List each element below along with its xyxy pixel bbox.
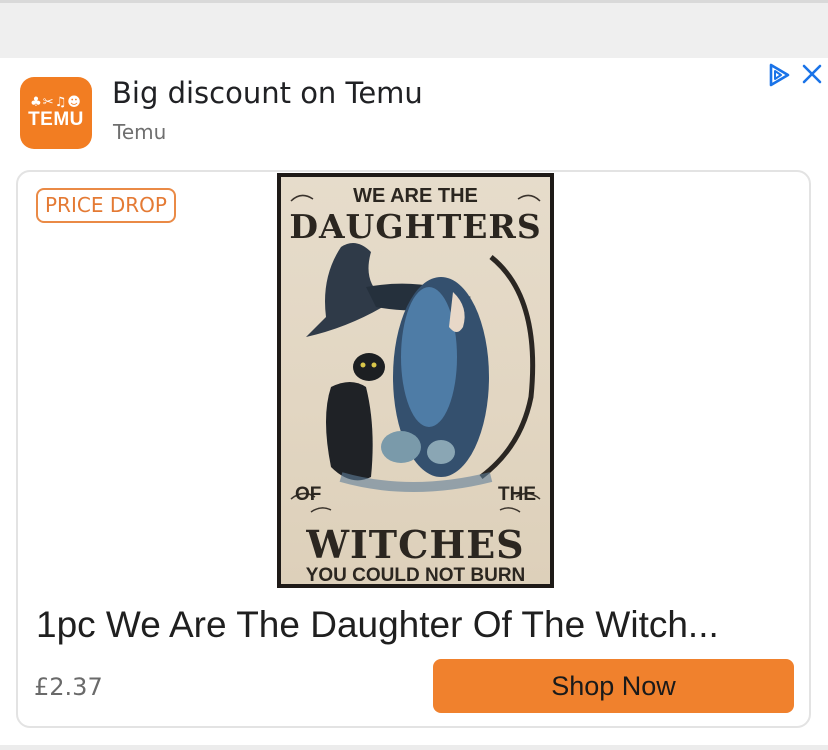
temu-app-icon[interactable]: ♣✂♫☻ TEMU (20, 77, 92, 149)
product-card[interactable]: PRICE DROP WE ARE THE DAUGHTERS OF THE W… (16, 170, 811, 728)
product-title[interactable]: 1pc We Are The Daughter Of The Witch... (36, 604, 776, 646)
poster-top-line: WE ARE THE (353, 185, 478, 207)
ad-header[interactable]: ♣✂♫☻ TEMU Big discount on Temu Temu (0, 58, 828, 166)
top-bar (0, 0, 828, 58)
advertiser-name[interactable]: Temu (113, 120, 166, 144)
ad-title[interactable]: Big discount on Temu (112, 76, 423, 110)
poster-headline-2: WITCHES (306, 522, 525, 567)
temu-logo-text: TEMU (28, 109, 84, 130)
shop-now-button[interactable]: Shop Now (433, 659, 794, 713)
poster-headline-1: DAUGHTERS (289, 207, 542, 246)
poster-bottom-line: YOU COULD NOT BURN (305, 565, 526, 584)
product-price: £2.37 (34, 673, 103, 701)
poster-the: THE (498, 484, 536, 505)
price-drop-badge: PRICE DROP (36, 188, 176, 223)
temu-logo-glyphs: ♣✂♫☻ (30, 95, 82, 110)
bottom-divider (0, 745, 828, 750)
adchoices-icon[interactable] (766, 62, 792, 88)
poster-of: OF (295, 484, 322, 505)
poster: WE ARE THE DAUGHTERS OF THE WITCHES YOU … (281, 177, 550, 584)
product-image[interactable]: WE ARE THE DAUGHTERS OF THE WITCHES YOU … (277, 173, 554, 588)
close-icon[interactable] (800, 62, 824, 86)
